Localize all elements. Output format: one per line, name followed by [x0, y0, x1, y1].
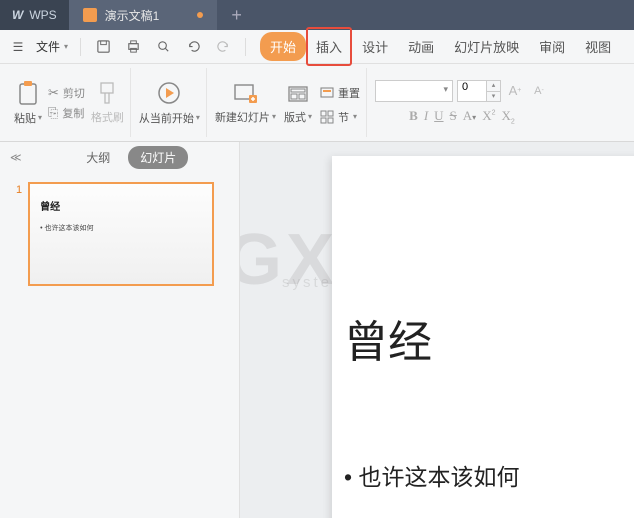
superscript-button[interactable]: X2	[482, 108, 495, 126]
italic-button[interactable]: I	[424, 108, 428, 126]
thumb-body: • 也许这本该如何	[40, 223, 202, 233]
side-panel-header: ≪ 大纲 幻灯片	[0, 142, 239, 172]
clipboard-icon	[16, 80, 40, 108]
side-panel: ≪ 大纲 幻灯片 1 曾经 • 也许这本该如何	[0, 142, 240, 518]
underline-button[interactable]: U	[434, 108, 443, 126]
from-current-label: 从当前开始	[139, 110, 194, 126]
tab-animation[interactable]: 动画	[398, 32, 444, 61]
tab-view[interactable]: 视图	[575, 32, 621, 61]
tab-start[interactable]: 开始	[260, 32, 306, 61]
presentation-icon	[83, 8, 97, 22]
slide-body[interactable]: 也许这本该如何	[344, 458, 634, 492]
paste-label: 粘贴	[14, 110, 36, 126]
grow-font-icon[interactable]: A+	[505, 81, 525, 101]
new-slide-label: 新建幻灯片	[215, 109, 270, 125]
save-icon[interactable]	[93, 37, 113, 57]
thumb-number: 1	[16, 182, 22, 286]
copy-label: 复制	[62, 105, 84, 121]
cut-label: 剪切	[63, 85, 85, 101]
scissors-icon: ✂	[48, 85, 59, 101]
outline-tab[interactable]: 大纲	[74, 146, 122, 169]
print-preview-icon[interactable]	[153, 37, 173, 57]
slide-canvas[interactable]: GX 网 system.com 曾经 也许这本该如何	[240, 142, 634, 518]
separator	[245, 38, 246, 56]
shrink-font-icon[interactable]: A-	[529, 81, 549, 101]
font-group: 0 ▴▾ A+ A- B I U S A▾ X2 X2	[369, 68, 555, 137]
reset-button[interactable]: 重置	[320, 85, 360, 101]
doc-title: 演示文稿1	[105, 7, 160, 24]
bold-button[interactable]: B	[409, 108, 418, 126]
reset-icon	[320, 86, 334, 100]
tab-insert[interactable]: 插入	[306, 27, 352, 66]
layout-label: 版式	[284, 109, 306, 125]
paste-button[interactable]: 粘贴▾	[14, 80, 42, 126]
tab-slideshow[interactable]: 幻灯片放映	[444, 32, 529, 61]
chevron-down-icon: ▾	[272, 112, 276, 121]
cut-button[interactable]: ✂剪切	[48, 85, 85, 101]
new-slide-button[interactable]: 新建幻灯片▾	[215, 81, 276, 125]
font-size-spinner[interactable]: ▴▾	[487, 80, 501, 102]
menu-tabs: 开始 插入 设计 动画 幻灯片放映 审阅 视图	[260, 32, 621, 61]
from-current-button[interactable]: 从当前开始▾	[139, 80, 200, 126]
workspace: ≪ 大纲 幻灯片 1 曾经 • 也许这本该如何 GX 网 system.com …	[0, 142, 634, 518]
thumb-title: 曾经	[40, 198, 202, 213]
slides-tab[interactable]: 幻灯片	[128, 146, 188, 169]
spin-up-icon[interactable]: ▴	[487, 81, 500, 92]
separator	[80, 38, 81, 56]
tab-review[interactable]: 审阅	[529, 32, 575, 61]
font-size-input[interactable]: 0	[457, 80, 487, 102]
strikethrough-button[interactable]: S	[450, 108, 457, 126]
section-button[interactable]: 节▾	[320, 109, 360, 125]
slide-title[interactable]: 曾经	[344, 306, 634, 370]
chevron-down-icon: ▾	[38, 113, 42, 122]
hamburger-icon[interactable]: ☰	[8, 37, 28, 57]
document-tab[interactable]: 演示文稿1	[69, 0, 218, 30]
chevron-down-icon: ▾	[64, 42, 68, 51]
layout-icon	[286, 83, 310, 107]
layout-button[interactable]: 版式▾	[284, 83, 312, 125]
redo-icon[interactable]	[213, 37, 233, 57]
reset-label: 重置	[338, 85, 360, 101]
subscript-button[interactable]: X2	[501, 108, 514, 126]
tab-design[interactable]: 设计	[352, 32, 398, 61]
chevron-down-icon: ▾	[196, 113, 200, 122]
thumbnail-row: 1 曾经 • 也许这本该如何	[16, 182, 223, 286]
menubar: ☰ 文件 ▾ 开始 插入 设计 动画 幻灯片放映 审阅 视图	[0, 30, 634, 64]
slides-group: 新建幻灯片▾ 版式▾ 重置 节▾	[209, 68, 367, 137]
font-name-select[interactable]	[375, 80, 453, 102]
wps-logo-icon: W	[12, 8, 23, 22]
section-label: 节	[338, 109, 349, 125]
titlebar: W WPS 演示文稿1 +	[0, 0, 634, 30]
copy-icon: ⎘	[48, 105, 58, 121]
play-circle-icon	[155, 80, 183, 108]
undo-icon[interactable]	[183, 37, 203, 57]
format-painter-label: 格式刷	[91, 109, 124, 125]
copy-button[interactable]: ⎘复制	[48, 105, 85, 121]
chevron-down-icon: ▾	[308, 112, 312, 121]
clipboard-group: 粘贴▾ ✂剪切 ⎘复制 格式刷	[8, 68, 131, 137]
collapse-icon[interactable]: ≪	[10, 151, 22, 164]
ribbon: 粘贴▾ ✂剪切 ⎘复制 格式刷 从当前开始▾	[0, 64, 634, 142]
file-label: 文件	[36, 38, 60, 55]
format-painter-button[interactable]: 格式刷	[91, 81, 124, 125]
new-tab-button[interactable]: +	[217, 5, 256, 26]
file-menu[interactable]: 文件 ▾	[30, 38, 74, 55]
thumbnail-list: 1 曾经 • 也许这本该如何	[0, 172, 239, 296]
section-icon	[320, 110, 334, 124]
app-name: WPS	[29, 8, 56, 22]
brush-icon	[96, 81, 118, 107]
slide[interactable]: 曾经 也许这本该如何	[332, 156, 634, 518]
slide-thumbnail[interactable]: 曾经 • 也许这本该如何	[28, 182, 214, 286]
chevron-down-icon: ▾	[353, 112, 357, 121]
font-color-button[interactable]: A▾	[463, 108, 476, 126]
slideshow-group: 从当前开始▾	[133, 68, 207, 137]
unsaved-dot-icon	[197, 12, 203, 18]
app-tab[interactable]: W WPS	[0, 0, 69, 30]
print-icon[interactable]	[123, 37, 143, 57]
quick-access-toolbar	[87, 37, 239, 57]
spin-down-icon[interactable]: ▾	[487, 92, 500, 102]
new-slide-icon	[232, 81, 258, 107]
